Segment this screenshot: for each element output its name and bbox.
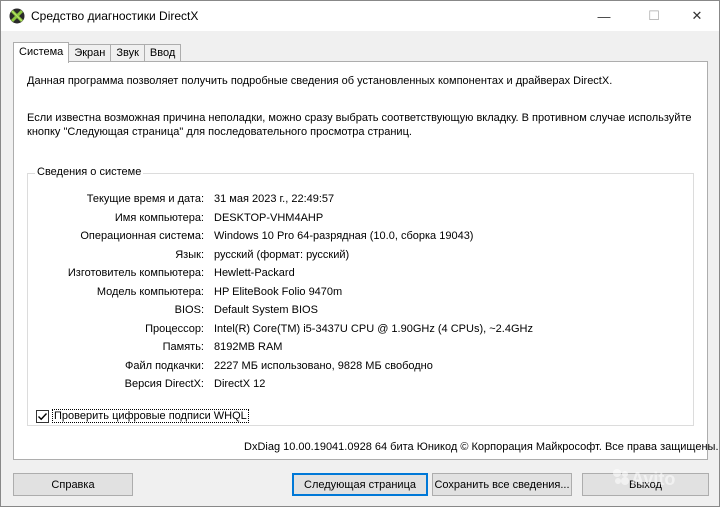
info-row: Память: 8192MB RAM <box>28 341 688 359</box>
info-value: Intel(R) Core(TM) i5-3437U CPU @ 1.90GHz… <box>214 322 533 335</box>
info-row: Модель компьютера: HP EliteBook Folio 94… <box>28 286 688 304</box>
info-value: 2227 МБ использовано, 9828 МБ свободно <box>214 359 433 372</box>
info-row: Имя компьютера: DESKTOP-VHM4AHP <box>28 212 688 230</box>
info-row: Операционная система: Windows 10 Pro 64-… <box>28 230 688 248</box>
close-button[interactable]: ✕ <box>674 1 720 31</box>
dxdiag-window: Средство диагностики DirectX — ☐ ✕ Систе… <box>0 0 720 507</box>
info-value: DirectX 12 <box>214 378 266 390</box>
whql-checkbox[interactable] <box>36 409 49 423</box>
info-label: Модель компьютера: <box>96 285 204 298</box>
info-row: Файл подкачки: 2227 МБ использовано, 982… <box>28 360 688 378</box>
tab-sound[interactable]: Звук <box>110 44 145 62</box>
info-label: Процессор: <box>145 322 204 335</box>
info-label: BIOS: <box>174 304 204 316</box>
tab-input[interactable]: Ввод <box>143 44 182 62</box>
system-info-group: Сведения о системе Текущие время и дата:… <box>27 166 694 426</box>
info-row: Версия DirectX: DirectX 12 <box>28 378 688 396</box>
info-label: Версия DirectX: <box>124 378 204 390</box>
info-row: Текущие время и дата: 31 мая 2023 г., 22… <box>28 193 688 211</box>
info-label: Файл подкачки: <box>124 359 204 372</box>
info-value: 31 мая 2023 г., 22:49:57 <box>214 193 335 205</box>
directx-icon <box>9 8 25 24</box>
info-value: DESKTOP-VHM4AHP <box>214 211 324 224</box>
checkmark-icon <box>38 412 48 420</box>
group-label: Сведения о системе <box>35 166 144 178</box>
title-bar[interactable]: Средство диагностики DirectX — ☐ ✕ <box>1 1 719 31</box>
info-value: русский (формат: русский) <box>214 248 350 261</box>
info-row: Язык: русский (формат: русский) <box>28 249 688 267</box>
info-row: Процессор: Intel(R) Core(TM) i5-3437U CP… <box>28 323 688 341</box>
avito-watermark-text: Avito <box>631 469 676 489</box>
info-row: BIOS: Default System BIOS <box>28 304 688 322</box>
info-label: Операционная система: <box>80 230 204 242</box>
info-value: Hewlett-Packard <box>214 267 295 279</box>
system-tab-panel: Данная программа позволяет получить подр… <box>13 61 719 460</box>
avito-logo-icon <box>611 467 631 492</box>
avito-watermark: Avito <box>611 467 675 492</box>
info-row: Изготовитель компьютера: Hewlett-Packard <box>28 267 688 285</box>
tab-system[interactable]: Система <box>13 42 70 63</box>
whql-checkbox-label[interactable]: Проверить цифровые подписи WHQL <box>52 409 249 423</box>
whql-checkbox-row[interactable]: Проверить цифровые подписи WHQL <box>36 409 249 423</box>
info-value: Windows 10 Pro 64-разрядная (10.0, сборк… <box>214 230 474 242</box>
info-label: Язык: <box>175 248 204 261</box>
tab-strip: Система Экран Звук Ввод <box>13 42 182 63</box>
tab-display[interactable]: Экран <box>68 44 112 62</box>
info-value: 8192MB RAM <box>214 341 283 353</box>
info-label: Память: <box>162 341 204 353</box>
hint-text: Если известна возможная причина неполадк… <box>27 112 692 138</box>
info-label: Текущие время и дата: <box>86 193 204 205</box>
help-button[interactable]: Справка <box>13 473 133 496</box>
version-copyright: DxDiag 10.00.19041.0928 64 бита Юникод ©… <box>244 441 719 453</box>
info-value: HP EliteBook Folio 9470m <box>214 285 343 298</box>
next-page-button[interactable]: Следующая страница <box>292 473 428 496</box>
info-label: Изготовитель компьютера: <box>67 267 204 279</box>
intro-text: Данная программа позволяет получить подр… <box>27 75 613 87</box>
info-value: Default System BIOS <box>214 304 318 316</box>
info-label: Имя компьютера: <box>114 211 204 224</box>
window-title: Средство диагностики DirectX <box>31 9 199 23</box>
save-all-button[interactable]: Сохранить все сведения... <box>432 473 572 496</box>
maximize-button[interactable]: ☐ <box>631 1 677 31</box>
minimize-button[interactable]: — <box>581 1 627 31</box>
